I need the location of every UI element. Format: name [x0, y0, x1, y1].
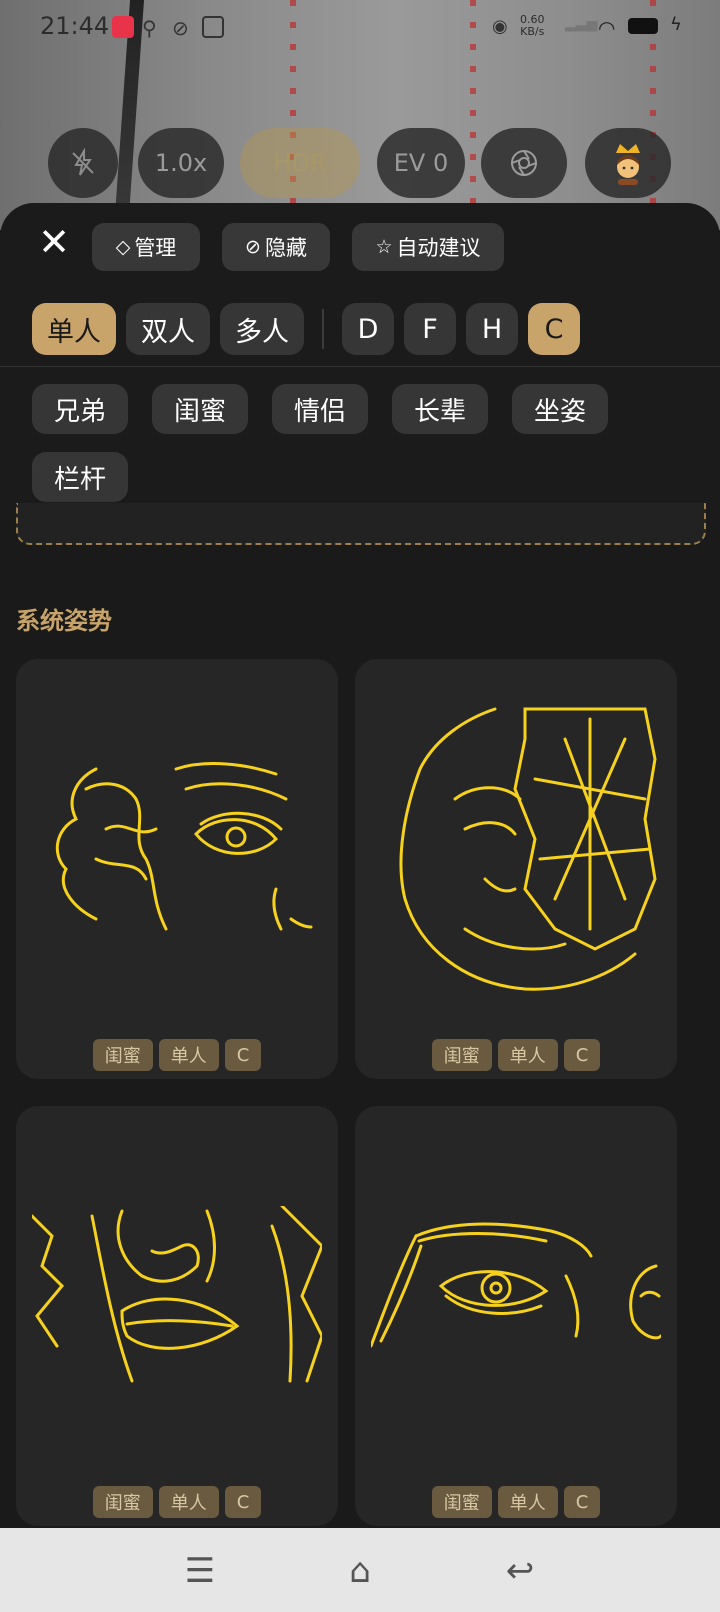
manage-button[interactable]: ◇ 管理 — [92, 223, 200, 271]
hdr-button[interactable]: HDR — [240, 128, 360, 198]
wifi-icon: ◠ — [598, 16, 616, 40]
pose-card[interactable]: 闺蜜 单人 C — [355, 659, 677, 1079]
card-tag: 闺蜜 — [92, 1486, 153, 1518]
close-icon: ✕ — [38, 220, 70, 264]
card-tag: 单人 — [158, 1486, 219, 1518]
system-nav-bar: ☰ ⌂ ↩ — [0, 1528, 720, 1612]
hide-button[interactable]: ⊘ 隐藏 — [222, 223, 330, 271]
pose-card[interactable]: 闺蜜 单人 C — [16, 1106, 338, 1526]
aperture-button[interactable] — [481, 128, 567, 198]
sub-tag[interactable]: 兄弟 — [32, 384, 128, 434]
camera-status-icon: ◉ — [492, 16, 508, 37]
sub-tag[interactable]: 栏杆 — [32, 452, 128, 502]
manage-label: 管理 — [134, 236, 177, 260]
card-tags: 闺蜜 单人 C — [355, 1486, 677, 1518]
category-single[interactable]: 单人 — [32, 303, 116, 355]
eye-off-icon: ⊘ — [245, 236, 261, 258]
card-tag: C — [563, 1486, 601, 1518]
letter-f[interactable]: F — [404, 303, 456, 355]
pose-card[interactable]: 闺蜜 单人 C — [355, 1106, 677, 1526]
letter-h[interactable]: H — [466, 303, 518, 355]
card-tag: 闺蜜 — [431, 1039, 492, 1071]
status-time: 21:44 — [40, 12, 110, 40]
battery-icon — [628, 18, 658, 34]
card-tag: 闺蜜 — [431, 1486, 492, 1518]
sub-tag[interactable]: 闺蜜 — [152, 384, 248, 434]
back-icon: ↩ — [505, 1551, 535, 1591]
menu-icon: ☰ — [184, 1551, 216, 1591]
status-bar: 21:44 ⚲ ⊘ ◉ 0.60 KB/s ▂▃▅ ◠ ϟ — [0, 0, 720, 56]
card-tag: C — [224, 1486, 262, 1518]
pose-card[interactable]: 闺蜜 单人 C — [16, 659, 338, 1079]
ev-button[interactable]: EV 0 — [377, 128, 465, 198]
star-icon: ☆ — [375, 236, 393, 258]
card-tags: 闺蜜 单人 C — [16, 1039, 338, 1071]
app-notification-icon — [112, 16, 134, 38]
letter-c[interactable]: C — [528, 303, 580, 355]
sub-tag[interactable]: 情侣 — [272, 384, 368, 434]
tag-icon: ◇ — [115, 236, 131, 258]
card-tag: 单人 — [497, 1486, 558, 1518]
crown-avatar-icon — [616, 144, 640, 185]
category-double[interactable]: 双人 — [126, 303, 210, 355]
divider — [0, 366, 720, 367]
menu-button[interactable]: ☰ — [175, 1546, 225, 1596]
net-speed: 0.60 KB/s — [520, 14, 545, 38]
pose-sketch-leaf-face — [399, 707, 657, 991]
card-tag: 单人 — [497, 1039, 558, 1071]
sub-tag[interactable]: 长辈 — [392, 384, 488, 434]
pose-sheet: ✕ ◇ 管理 ⊘ 隐藏 ☆ 自动建议 单人 双人 多人 D F H C 兄弟 闺… — [0, 203, 720, 1530]
auto-suggest-button[interactable]: ☆ 自动建议 — [352, 223, 504, 271]
hide-label: 隐藏 — [264, 236, 307, 260]
custom-pose-dropzone[interactable] — [16, 503, 706, 545]
letter-d[interactable]: D — [342, 303, 394, 355]
home-icon: ⌂ — [349, 1551, 371, 1591]
auto-suggest-label: 自动建议 — [396, 236, 481, 260]
card-tags: 闺蜜 单人 C — [16, 1486, 338, 1518]
link-icon: ⊘ — [172, 16, 189, 40]
avatar-button[interactable] — [585, 128, 671, 198]
pose-sketch-eye — [55, 762, 313, 931]
pose-sketch-brow-eye — [371, 1222, 661, 1348]
usb-icon: ⚲ — [142, 16, 157, 40]
zoom-button[interactable]: 1.0x — [138, 128, 224, 198]
back-button[interactable]: ↩ — [495, 1546, 545, 1596]
category-divider — [322, 309, 324, 349]
play-icon — [202, 16, 224, 38]
flash-off-button[interactable] — [48, 128, 118, 198]
flash-off-icon — [72, 148, 94, 176]
home-button[interactable]: ⌂ — [335, 1546, 385, 1596]
aperture-icon — [511, 150, 537, 176]
card-tag: C — [224, 1039, 262, 1071]
card-tag: 闺蜜 — [92, 1039, 153, 1071]
signal-icon: ▂▃▅ — [565, 16, 598, 32]
section-title: 系统姿势 — [16, 607, 112, 635]
net-speed-unit: KB/s — [520, 25, 545, 38]
card-tag: 单人 — [158, 1039, 219, 1071]
card-tag: C — [563, 1039, 601, 1071]
close-button[interactable]: ✕ — [36, 223, 72, 261]
category-group[interactable]: 多人 — [220, 303, 304, 355]
card-tags: 闺蜜 单人 C — [355, 1039, 677, 1071]
charging-icon: ϟ — [670, 14, 682, 35]
pose-sketch-lips — [32, 1206, 322, 1383]
sub-tag[interactable]: 坐姿 — [512, 384, 608, 434]
